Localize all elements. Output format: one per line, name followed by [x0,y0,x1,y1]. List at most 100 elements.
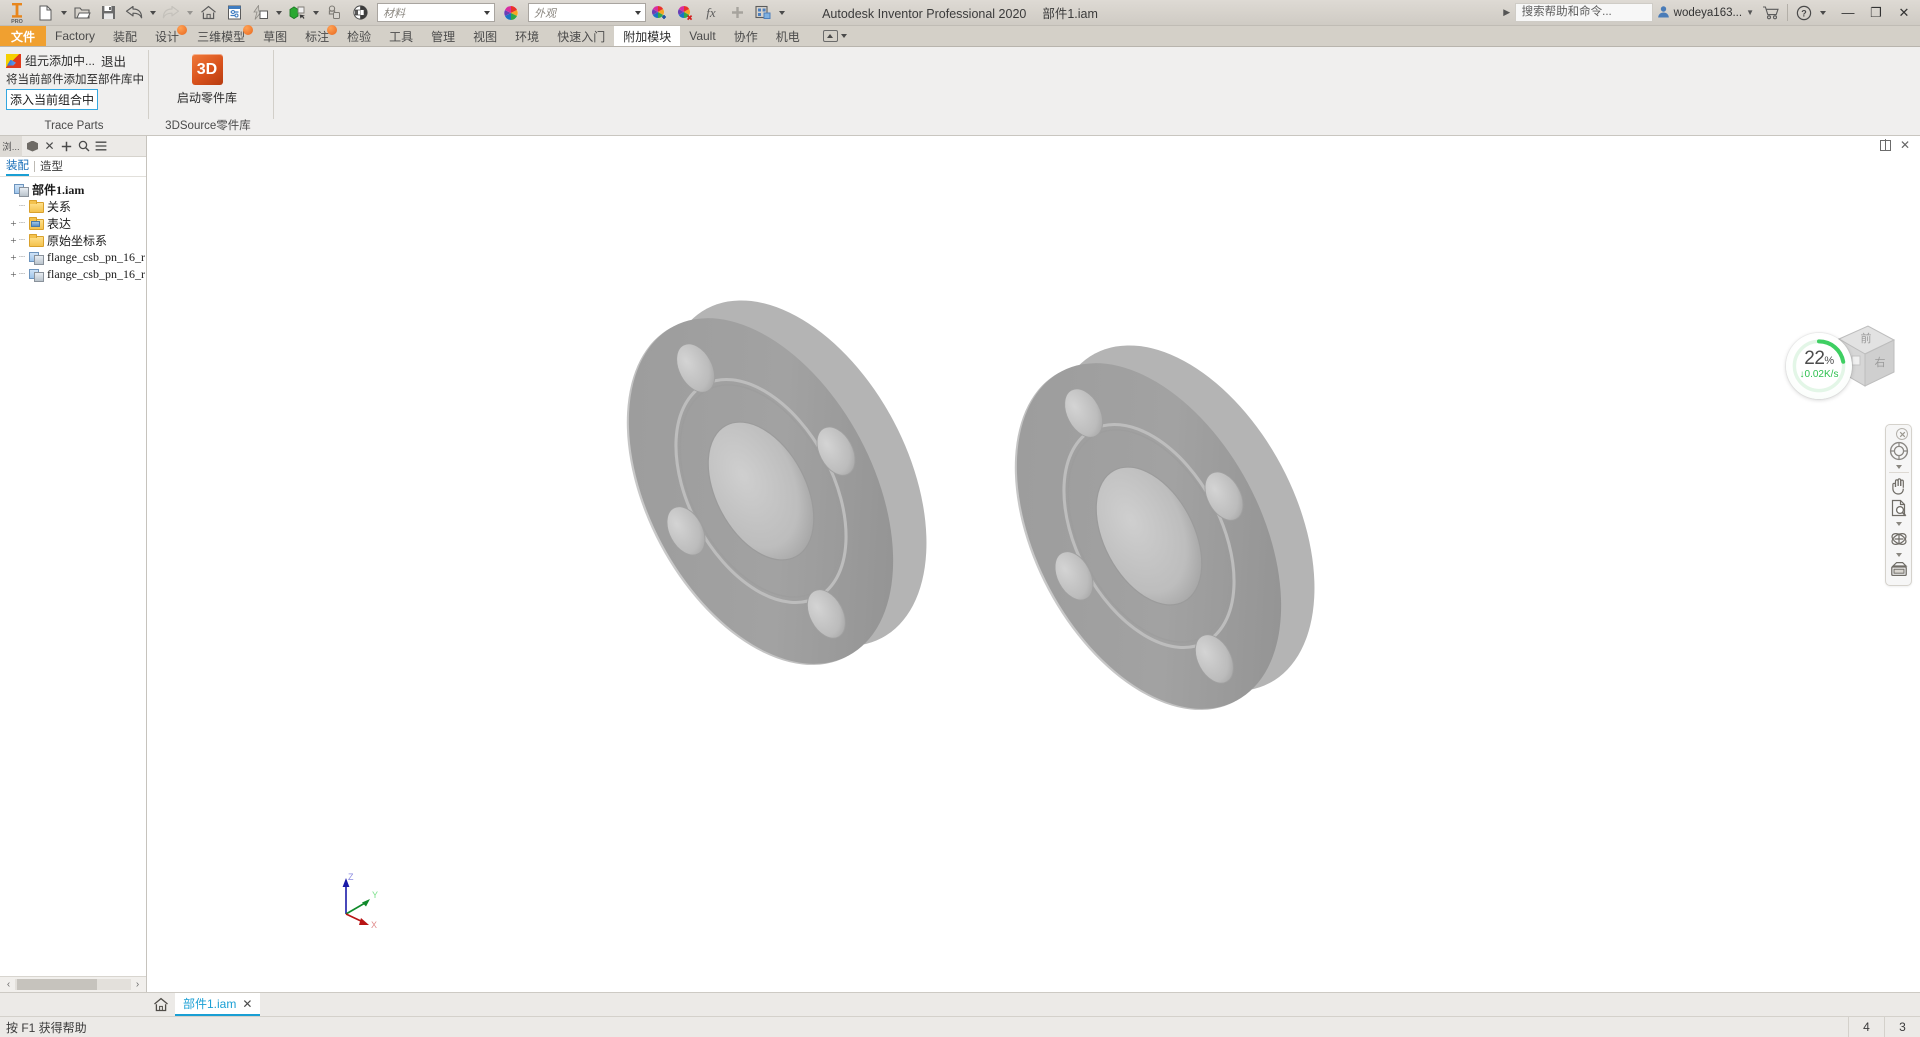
orbit-dropdown-chevron-down-icon[interactable] [1886,550,1911,559]
trace-parts-status-label: 组元添加中... [25,54,96,68]
trace-parts-exit-button[interactable]: 退出 [101,51,126,70]
graphics-viewport[interactable]: ✕ Z Y X 前 右 22% ↓0.02K/s [147,136,1920,992]
browser-hamburger-menu-icon[interactable] [92,137,109,156]
ribbon-display-options[interactable] [815,26,855,46]
material-box-dropdown[interactable] [310,1,321,25]
tree-expander-representations[interactable]: + [8,218,19,230]
tree-item-flange-1[interactable]: + ┈ flange_csb_pn_16_r [3,249,146,266]
add-plus-button[interactable] [724,1,750,25]
undo-dropdown[interactable] [147,1,158,25]
trace-parts-add-to-assembly-button[interactable]: 添入当前组合中 [6,89,99,110]
minimize-button[interactable]: — [1834,1,1862,25]
browser-tab-tag[interactable]: 浏... [0,135,22,157]
orbit-icon[interactable] [1887,528,1910,550]
network-speed-widget[interactable]: 22% ↓0.02K/s [1786,333,1852,399]
tab-environments[interactable]: 环境 [506,26,548,46]
fx-parameters-button[interactable]: fx [698,1,724,25]
update-button[interactable] [247,1,273,25]
tab-inspect[interactable]: 检验 [338,26,380,46]
adjust-appearance-button[interactable] [646,1,672,25]
close-window-button[interactable]: ✕ [1890,1,1918,25]
clear-appearance-button[interactable] [672,1,698,25]
tab-tools[interactable]: 工具 [380,26,422,46]
tab-addins[interactable]: 附加模块 [614,26,681,46]
hand-pan-icon[interactable] [1887,475,1910,497]
tab-file[interactable]: 文件 [0,26,47,46]
navbar-close-icon[interactable] [1896,428,1908,440]
appearance-select-chevron-down-icon[interactable] [630,4,645,21]
browser-search-icon[interactable] [75,137,92,156]
maximize-button[interactable]: ❐ [1862,1,1890,25]
browser-scroll-track[interactable] [15,979,131,990]
redo-dropdown[interactable] [184,1,195,25]
browser-subtab-assembly[interactable]: 装配 [6,157,29,176]
document-tab-assembly1[interactable]: 部件1.iam ✕ [175,993,261,1016]
open-file-button[interactable] [69,1,95,25]
material-box-button[interactable] [284,1,310,25]
new-file-dropdown[interactable] [58,1,69,25]
search-triangle-right-icon[interactable]: ▶ [1499,7,1515,18]
browser-horizontal-scrollbar[interactable]: ‹ › [0,976,146,992]
redo-button[interactable] [158,1,184,25]
flange-models[interactable] [147,136,1920,992]
help-search[interactable]: ▶ 搜索帮助和命令... [1499,3,1653,22]
browser-plus-icon[interactable] [58,137,75,156]
material-select[interactable]: 材料 [377,3,495,22]
tab-annotate[interactable]: 标注 [296,25,338,46]
steering-wheel-icon[interactable] [1887,440,1910,462]
appearance-select[interactable]: 外观 [528,3,646,22]
zoom-dropdown-chevron-down-icon[interactable] [1886,519,1911,528]
browser-scroll-left-button[interactable]: ‹ [2,979,15,990]
home-view-button[interactable] [195,1,221,25]
tab-3dmodel[interactable]: 三维模型 [188,25,254,46]
tree-item-origin[interactable]: + ┈ 原始坐标系 [3,232,146,249]
tree-expander-origin[interactable]: + [8,235,19,247]
tab-collaborate[interactable]: 协作 [725,26,767,46]
tab-manage[interactable]: 管理 [422,26,464,46]
tree-expander-flange-1[interactable]: + [8,252,19,264]
tree-item-flange-2[interactable]: + ┈ flange_csb_pn_16_r [3,266,146,283]
material-select-chevron-down-icon[interactable] [479,4,494,21]
help-dropdown-chevron-down-icon[interactable] [1817,1,1828,25]
browser-scroll-right-button[interactable]: › [131,979,144,990]
browser-model-cube-icon[interactable] [24,137,41,156]
search-input[interactable]: 搜索帮助和命令... [1514,3,1653,22]
account-chevron-down-icon[interactable]: ▼ [1746,8,1754,17]
browser-scroll-thumb[interactable] [17,979,97,990]
document-tab-close-icon[interactable]: ✕ [242,997,252,1011]
undo-button[interactable] [121,1,147,25]
tree-item-root[interactable]: 部件1.iam [3,181,146,198]
home-tab-icon[interactable] [147,993,175,1016]
tab-getting-started[interactable]: 快速入门 [548,26,614,46]
browser-subtab-modeling[interactable]: 造型 [40,158,63,175]
tab-view[interactable]: 视图 [464,26,506,46]
tab-design[interactable]: 设计 [146,25,188,46]
new-file-button[interactable] [32,1,58,25]
tree-item-relationships[interactable]: ┈ 关系 [3,198,146,215]
tab-design-label: 设计 [155,29,180,44]
parameters-button[interactable] [221,1,247,25]
shopping-cart-icon[interactable] [1758,1,1784,25]
account-menu[interactable]: wodeya163... ▼ [1653,5,1758,21]
tab-electromechanical[interactable]: 机电 [767,26,809,46]
zoom-page-icon[interactable] [1887,497,1910,519]
browser-close-icon[interactable]: ✕ [41,137,58,156]
tree-expander-flange-2[interactable]: + [8,269,19,281]
component-library-button[interactable] [750,1,776,25]
tab-factory[interactable]: Factory [46,26,104,46]
tab-vault[interactable]: Vault [680,26,724,46]
help-question-circle-icon[interactable]: ? [1791,1,1817,25]
update-dropdown[interactable] [273,1,284,25]
steering-wheel-dropdown-chevron-down-icon[interactable] [1886,462,1911,471]
tab-sketch[interactable]: 草图 [254,26,296,46]
content-center-button[interactable] [321,1,347,25]
qat-overflow-chevron-down-icon[interactable] [776,1,787,25]
checker-ball-button[interactable] [347,1,373,25]
launch-part-library-button[interactable]: 3D 启动零件库 [155,51,259,106]
inventor-window: PRO 材料 外观 fx Autodesk Inventor Professio… [0,0,1920,1037]
tab-assemble[interactable]: 装配 [104,26,146,46]
save-file-button[interactable] [95,1,121,25]
appearance-wheel-icon[interactable] [498,1,524,25]
tree-item-representations[interactable]: + ┈ 表达 [3,215,146,232]
look-at-screen-icon[interactable] [1887,559,1910,581]
